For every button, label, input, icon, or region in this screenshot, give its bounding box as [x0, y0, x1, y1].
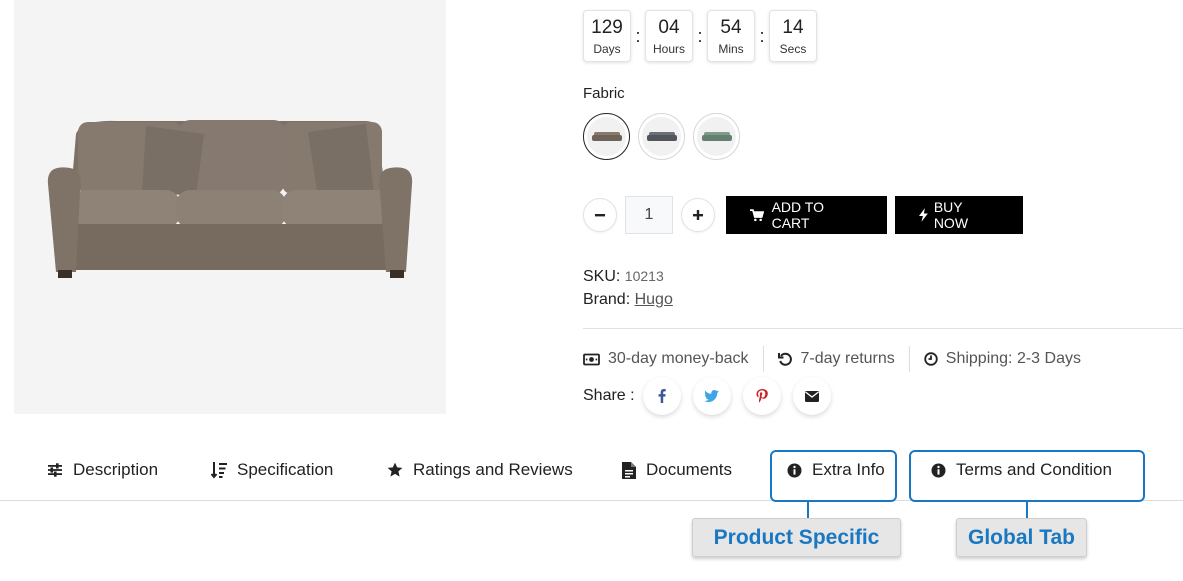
- sofa-thumbnail-icon: [591, 131, 622, 141]
- tab-description[interactable]: Description: [47, 460, 158, 480]
- sku-value: 10213: [624, 268, 664, 284]
- add-to-cart-button[interactable]: ADD TO CART: [726, 196, 887, 234]
- money-icon: [583, 353, 600, 365]
- tab-label: Ratings and Reviews: [413, 460, 573, 479]
- feature-returns: 7-day returns: [777, 350, 895, 368]
- countdown-value: 14: [782, 17, 804, 38]
- tab-specification[interactable]: Specification: [211, 460, 333, 480]
- callout-connector: [807, 502, 809, 518]
- feature-shipping: Shipping: 2-3 Days: [924, 350, 1081, 368]
- countdown-secs: 14 Secs: [769, 10, 817, 62]
- star-icon: [387, 462, 403, 477]
- countdown-unit: Days: [593, 42, 621, 56]
- sort-icon: [211, 462, 227, 479]
- share-row: Share :: [583, 377, 843, 415]
- brand-link[interactable]: Hugo: [635, 291, 673, 308]
- countdown-separator: :: [697, 25, 703, 46]
- countdown-unit: Mins: [718, 42, 744, 56]
- highlight-frame-extra-info: [770, 450, 897, 502]
- countdown-value: 04: [658, 17, 680, 38]
- fabric-swatches: [583, 113, 740, 160]
- callout-global-tab: Global Tab: [956, 518, 1087, 557]
- callout-connector: [1026, 502, 1028, 518]
- swatch-gray[interactable]: [638, 113, 685, 160]
- countdown-value: 129: [591, 17, 623, 38]
- bolt-icon: [919, 208, 928, 222]
- countdown-separator: :: [635, 25, 641, 46]
- buy-now-label: BUY NOW: [933, 199, 969, 231]
- share-facebook-button[interactable]: [642, 377, 681, 415]
- share-label: Share :: [583, 387, 635, 404]
- highlight-frame-terms: [909, 450, 1145, 502]
- store-features: 30-day money-back 7-day returns Shipping…: [583, 346, 1081, 372]
- clock-icon: [924, 352, 938, 366]
- countdown-hours: 04 Hours: [645, 10, 693, 62]
- countdown-unit: Hours: [652, 42, 685, 56]
- sku-line: SKU: 10213: [583, 268, 664, 286]
- add-to-cart-label: ADD TO CART: [771, 199, 824, 231]
- buy-now-button[interactable]: BUY NOW: [895, 196, 1023, 234]
- quantity-increase-button[interactable]: [681, 198, 715, 232]
- countdown-value: 54: [720, 17, 742, 38]
- sofa-thumbnail-icon: [646, 131, 677, 141]
- feature-text: 30-day money-back: [608, 350, 749, 367]
- return-icon: [777, 352, 792, 366]
- tab-label: Description: [73, 460, 159, 479]
- tab-label: Specification: [237, 460, 334, 479]
- brand-line: Brand: Hugo: [583, 291, 673, 309]
- countdown-separator: :: [759, 25, 765, 46]
- countdown-mins: 54 Mins: [707, 10, 755, 62]
- sliders-icon: [48, 463, 62, 477]
- quantity-row: ADD TO CART BUY NOW: [583, 196, 1023, 234]
- cart-icon: [750, 208, 764, 221]
- tab-ratings-and-reviews[interactable]: Ratings and Reviews: [387, 460, 573, 480]
- feature-separator: [762, 346, 764, 372]
- pinterest-icon: [756, 389, 768, 403]
- feature-text: Shipping: 2-3 Days: [945, 350, 1081, 367]
- tab-documents[interactable]: Documents: [622, 460, 732, 480]
- quantity-input[interactable]: [625, 196, 673, 234]
- facebook-icon: [658, 389, 666, 403]
- plus-icon: [693, 210, 703, 220]
- swatch-brown[interactable]: [583, 113, 630, 160]
- tab-label: Documents: [646, 460, 732, 479]
- quantity-decrease-button[interactable]: [583, 198, 617, 232]
- countdown-timer: 129 Days : 04 Hours : 54 Mins : 14 Secs: [583, 10, 817, 62]
- sku-label: SKU:: [583, 268, 621, 285]
- swatch-green[interactable]: [693, 113, 740, 160]
- countdown-unit: Secs: [779, 42, 807, 56]
- countdown-days: 129 Days: [583, 10, 631, 62]
- envelope-icon: [804, 390, 819, 402]
- twitter-icon: [704, 390, 719, 402]
- document-icon: [622, 461, 636, 479]
- sofa-thumbnail-icon: [701, 131, 732, 141]
- feature-money-back: 30-day money-back: [583, 350, 749, 368]
- sofa-product-image: [47, 120, 413, 278]
- minus-icon: [595, 214, 605, 217]
- callout-product-specific: Product Specific: [692, 518, 901, 557]
- share-email-button[interactable]: [792, 377, 831, 415]
- feature-text: 7-day returns: [800, 350, 895, 367]
- share-pinterest-button[interactable]: [742, 377, 781, 415]
- product-image-panel: [14, 0, 446, 414]
- fabric-label: Fabric: [583, 85, 625, 102]
- feature-separator: [908, 346, 910, 372]
- share-twitter-button[interactable]: [692, 377, 731, 415]
- divider: [583, 328, 1183, 329]
- brand-label: Brand:: [583, 291, 631, 308]
